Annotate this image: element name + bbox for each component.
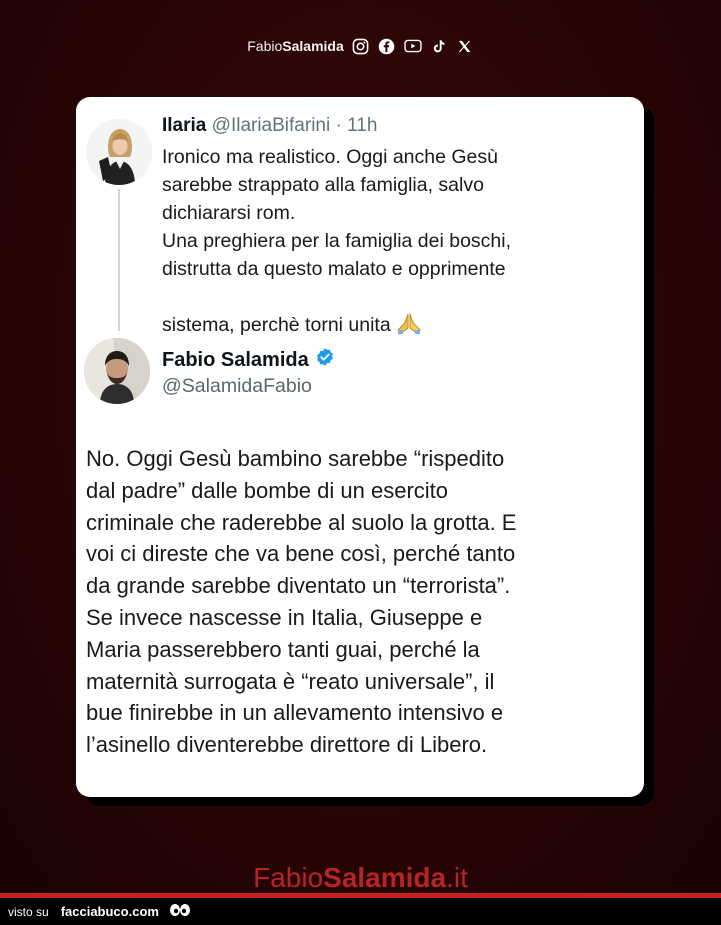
- x-icon[interactable]: [456, 37, 474, 55]
- main-tweet-text: No. Oggi Gesù bambino sarebbe “rispedito…: [86, 446, 517, 758]
- tiktok-icon[interactable]: [430, 37, 448, 55]
- reply-separator: ·: [330, 115, 348, 136]
- youtube-icon[interactable]: [404, 37, 422, 55]
- header-bar: FabioSalamida: [0, 35, 721, 57]
- thread-line: [118, 189, 120, 331]
- reply-author-name[interactable]: Ilaria: [162, 115, 206, 136]
- author-name[interactable]: Fabio Salamida: [162, 347, 335, 373]
- author-handle[interactable]: @SalamidaFabio: [162, 375, 312, 398]
- avatar[interactable]: [86, 119, 152, 185]
- reply-author-handle[interactable]: @IlariaBifarini: [212, 115, 331, 136]
- facebook-icon[interactable]: [378, 37, 396, 55]
- header-brand[interactable]: FabioSalamida: [247, 38, 344, 54]
- verified-badge-icon: [315, 347, 335, 373]
- watermark-site[interactable]: facciabuco.com: [61, 904, 159, 919]
- tweet-card: Ilaria @IlariaBifarini · 11h Ironico ma …: [76, 97, 644, 797]
- reply-tweet-text: Ironico ma realistico. Oggi anche Gesù s…: [162, 143, 632, 343]
- eyes-logo-icon: [169, 902, 191, 921]
- praying-hands-icon: [395, 283, 423, 343]
- watermark-bar: visto su facciabuco.com: [0, 898, 721, 925]
- reply-tweet-header: Ilaria @IlariaBifarini · 11h: [162, 115, 377, 137]
- reply-timestamp[interactable]: 11h: [347, 115, 377, 136]
- footer-brand[interactable]: FabioSalamida.it: [0, 862, 721, 894]
- instagram-icon[interactable]: [352, 37, 370, 55]
- watermark-prefix: visto su: [8, 904, 49, 919]
- avatar[interactable]: [84, 338, 150, 404]
